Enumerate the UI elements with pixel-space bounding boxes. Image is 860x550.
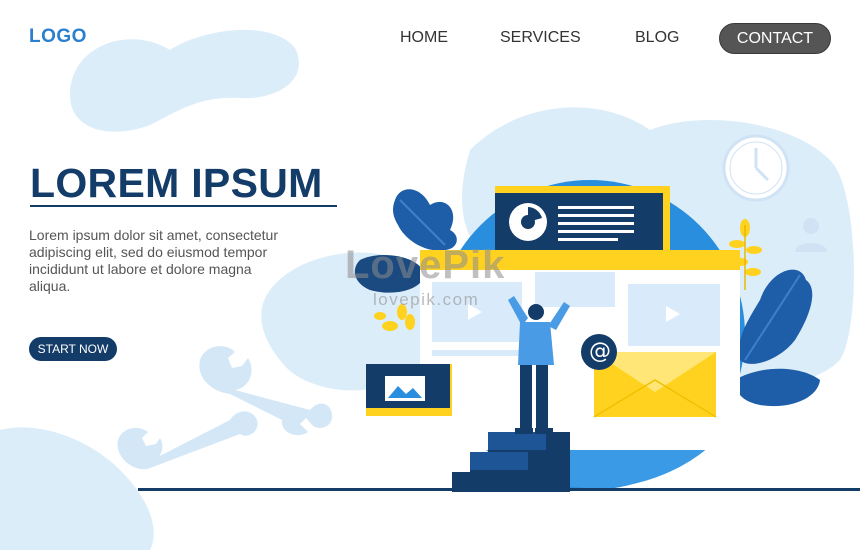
watermark-domain: lovepik.com [373,290,480,309]
watermark-brand: LovePik [345,243,506,287]
nav-blog-link[interactable]: BLOG [635,29,679,47]
clock-icon [722,134,790,202]
title-underline [30,205,337,207]
hero-title: LOREM IPSUM [30,160,323,206]
ground-line [138,488,860,491]
nav-services-link[interactable]: SERVICES [500,29,581,47]
at-symbol: @ [589,339,611,364]
chart-icon [495,186,670,265]
start-now-button[interactable]: START NOW [29,337,117,361]
nav-home-link[interactable]: HOME [400,29,448,47]
image-icon [366,364,452,416]
background-blob-top [70,29,299,132]
logo[interactable]: LOGO [29,26,87,48]
contact-button[interactable]: CONTACT [719,23,831,54]
hero-description: Lorem ipsum dolor sit amet, consectetur … [29,227,278,294]
